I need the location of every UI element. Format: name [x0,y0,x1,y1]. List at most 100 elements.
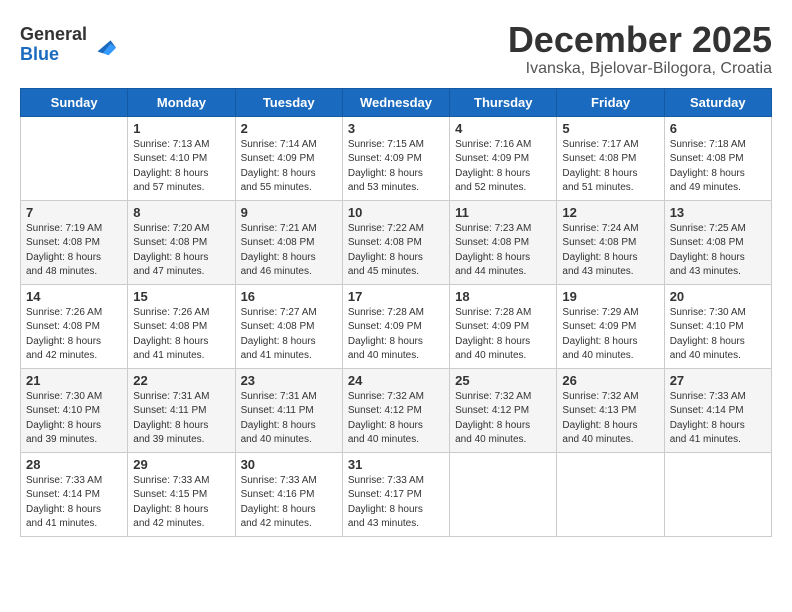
calendar-cell: 28 Sunrise: 7:33 AMSunset: 4:14 PMDayligh… [21,452,128,536]
logo-general: General [20,24,87,44]
calendar-cell: 21 Sunrise: 7:30 AMSunset: 4:10 PMDayligh… [21,368,128,452]
calendar-cell [557,452,664,536]
calendar-cell: 7 Sunrise: 7:19 AMSunset: 4:08 PMDaylight… [21,200,128,284]
calendar-cell: 10 Sunrise: 7:22 AMSunset: 4:08 PMDayligh… [342,200,449,284]
day-number: 18 [455,289,551,304]
calendar-body: 1 Sunrise: 7:13 AMSunset: 4:10 PMDaylight… [21,116,772,536]
calendar-cell: 22Sunrise: 7:31 AMSunset: 4:11 PMDayligh… [128,368,235,452]
day-info: Sunrise: 7:33 AMSunset: 4:16 PMDaylight:… [241,474,337,532]
day-number: 17 [348,289,444,304]
day-info: Sunrise: 7:24 AMSunset: 4:08 PMDaylight:… [562,222,658,280]
calendar-cell: 3Sunrise: 7:15 AMSunset: 4:09 PMDaylight… [342,116,449,200]
calendar-cell: 26Sunrise: 7:32 AMSunset: 4:13 PMDayligh… [557,368,664,452]
day-number: 16 [241,289,337,304]
weekday-header: Tuesday [235,88,342,116]
day-info: Sunrise: 7:30 AMSunset: 4:10 PMDaylight:… [670,306,766,364]
calendar-cell: 12 Sunrise: 7:24 AMSunset: 4:08 PMDayligh… [557,200,664,284]
calendar-cell: 30Sunrise: 7:33 AMSunset: 4:16 PMDayligh… [235,452,342,536]
day-info: Sunrise: 7:33 AMSunset: 4:14 PMDaylight:… [670,390,766,448]
day-number: 24 [348,373,444,388]
calendar-cell: 24 Sunrise: 7:32 AMSunset: 4:12 PMDayligh… [342,368,449,452]
calendar-cell: 25Sunrise: 7:32 AMSunset: 4:12 PMDayligh… [450,368,557,452]
calendar-cell: 23 Sunrise: 7:31 AMSunset: 4:11 PMDayligh… [235,368,342,452]
day-info: Sunrise: 7:32 AMSunset: 4:12 PMDaylight:… [348,390,444,448]
calendar-cell [21,116,128,200]
calendar-cell [450,452,557,536]
day-number: 20 [670,289,766,304]
calendar-cell: 1 Sunrise: 7:13 AMSunset: 4:10 PMDaylight… [128,116,235,200]
calendar-cell: 18 Sunrise: 7:28 AMSunset: 4:09 PMDayligh… [450,284,557,368]
title-section: December 2025 Ivanska, Bjelovar-Bilogora… [508,20,772,78]
day-number: 27 [670,373,766,388]
page-header: General Blue December 2025 Ivanska, Bjel… [20,20,772,78]
day-info: Sunrise: 7:29 AMSunset: 4:09 PMDaylight:… [562,306,658,364]
calendar-cell: 31 Sunrise: 7:33 AMSunset: 4:17 PMDayligh… [342,452,449,536]
logo-blue: Blue [20,44,59,64]
calendar-cell: 5 Sunrise: 7:17 AMSunset: 4:08 PMDaylight… [557,116,664,200]
calendar-cell: 9Sunrise: 7:21 AMSunset: 4:08 PMDaylight… [235,200,342,284]
calendar-cell: 11 Sunrise: 7:23 AMSunset: 4:08 PMDayligh… [450,200,557,284]
calendar-table: SundayMondayTuesdayWednesdayThursdayFrid… [20,88,772,537]
day-info: Sunrise: 7:20 AMSunset: 4:08 PMDaylight:… [133,222,229,280]
day-number: 2 [241,121,337,136]
day-info: Sunrise: 7:31 AMSunset: 4:11 PMDaylight:… [133,390,229,448]
calendar-cell: 2Sunrise: 7:14 AMSunset: 4:09 PMDaylight… [235,116,342,200]
day-info: Sunrise: 7:23 AMSunset: 4:08 PMDaylight:… [455,222,551,280]
day-number: 7 [26,205,122,220]
day-info: Sunrise: 7:17 AMSunset: 4:08 PMDaylight:… [562,138,658,196]
calendar-cell: 27 Sunrise: 7:33 AMSunset: 4:14 PMDayligh… [664,368,771,452]
day-info: Sunrise: 7:30 AMSunset: 4:10 PMDaylight:… [26,390,122,448]
day-number: 21 [26,373,122,388]
calendar-week-row: 21 Sunrise: 7:30 AMSunset: 4:10 PMDayligh… [21,368,772,452]
day-number: 11 [455,205,551,220]
day-info: Sunrise: 7:16 AMSunset: 4:09 PMDaylight:… [455,138,551,196]
day-info: Sunrise: 7:22 AMSunset: 4:08 PMDaylight:… [348,222,444,280]
day-info: Sunrise: 7:31 AMSunset: 4:11 PMDaylight:… [241,390,337,448]
month-title: December 2025 [508,20,772,60]
calendar-week-row: 28 Sunrise: 7:33 AMSunset: 4:14 PMDayligh… [21,452,772,536]
day-number: 4 [455,121,551,136]
weekday-header: Saturday [664,88,771,116]
weekday-header: Wednesday [342,88,449,116]
calendar-cell: 29Sunrise: 7:33 AMSunset: 4:15 PMDayligh… [128,452,235,536]
day-info: Sunrise: 7:13 AMSunset: 4:10 PMDaylight:… [133,138,229,196]
calendar-week-row: 1 Sunrise: 7:13 AMSunset: 4:10 PMDaylight… [21,116,772,200]
day-info: Sunrise: 7:32 AMSunset: 4:13 PMDaylight:… [562,390,658,448]
weekday-header: Thursday [450,88,557,116]
calendar-cell: 4 Sunrise: 7:16 AMSunset: 4:09 PMDaylight… [450,116,557,200]
calendar-header-row: SundayMondayTuesdayWednesdayThursdayFrid… [21,88,772,116]
calendar-cell: 8Sunrise: 7:20 AMSunset: 4:08 PMDaylight… [128,200,235,284]
logo-icon [90,31,118,59]
calendar-cell: 17 Sunrise: 7:28 AMSunset: 4:09 PMDayligh… [342,284,449,368]
day-number: 14 [26,289,122,304]
calendar-cell: 19 Sunrise: 7:29 AMSunset: 4:09 PMDayligh… [557,284,664,368]
calendar-cell: 6Sunrise: 7:18 AMSunset: 4:08 PMDaylight… [664,116,771,200]
day-number: 12 [562,205,658,220]
day-number: 10 [348,205,444,220]
day-info: Sunrise: 7:33 AMSunset: 4:14 PMDaylight:… [26,474,122,532]
calendar-cell: 20 Sunrise: 7:30 AMSunset: 4:10 PMDayligh… [664,284,771,368]
day-number: 1 [133,121,229,136]
day-number: 31 [348,457,444,472]
day-info: Sunrise: 7:26 AMSunset: 4:08 PMDaylight:… [26,306,122,364]
logo: General Blue [20,25,118,65]
day-number: 19 [562,289,658,304]
day-info: Sunrise: 7:19 AMSunset: 4:08 PMDaylight:… [26,222,122,280]
day-info: Sunrise: 7:28 AMSunset: 4:09 PMDaylight:… [348,306,444,364]
day-number: 13 [670,205,766,220]
day-number: 25 [455,373,551,388]
calendar-cell: 14 Sunrise: 7:26 AMSunset: 4:08 PMDayligh… [21,284,128,368]
location: Ivanska, Bjelovar-Bilogora, Croatia [508,60,772,78]
day-number: 23 [241,373,337,388]
calendar-cell: 13Sunrise: 7:25 AMSunset: 4:08 PMDayligh… [664,200,771,284]
day-number: 5 [562,121,658,136]
weekday-header: Sunday [21,88,128,116]
day-number: 29 [133,457,229,472]
day-number: 28 [26,457,122,472]
day-info: Sunrise: 7:33 AMSunset: 4:17 PMDaylight:… [348,474,444,532]
day-info: Sunrise: 7:18 AMSunset: 4:08 PMDaylight:… [670,138,766,196]
calendar-week-row: 14 Sunrise: 7:26 AMSunset: 4:08 PMDayligh… [21,284,772,368]
day-info: Sunrise: 7:21 AMSunset: 4:08 PMDaylight:… [241,222,337,280]
day-info: Sunrise: 7:28 AMSunset: 4:09 PMDaylight:… [455,306,551,364]
day-info: Sunrise: 7:15 AMSunset: 4:09 PMDaylight:… [348,138,444,196]
